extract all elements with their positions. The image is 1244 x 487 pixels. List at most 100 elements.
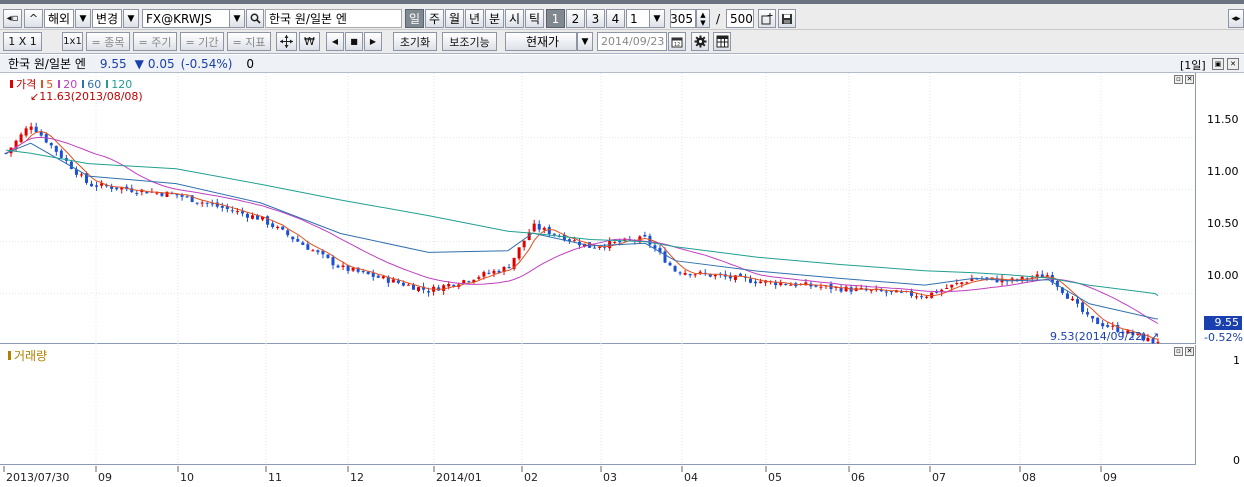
candle-body (613, 241, 617, 243)
price-chart-pane[interactable]: 가격 5 20 60 120 ↙11.63(2013/08/08) 9.53(2… (0, 73, 1196, 346)
price-type-select[interactable]: 현재가 (505, 32, 577, 51)
price-change: 0.05 (147, 56, 175, 71)
pane-maximize-icon[interactable]: ▫ (1174, 75, 1183, 84)
candle-body (960, 282, 964, 284)
date-label: 2013/07/30 (6, 471, 69, 484)
multiplier-3-button[interactable]: 3 (586, 9, 605, 28)
interval-input[interactable]: 1 (626, 9, 650, 28)
period-month-button[interactable]: 월 (445, 9, 464, 28)
expand-up-icon[interactable]: ^ (24, 9, 43, 28)
period-day-button[interactable]: 일 (405, 9, 424, 28)
candle-body (547, 226, 551, 235)
price-type-value: 현재가 (525, 35, 560, 49)
pane-close-icon[interactable]: ✕ (1185, 75, 1194, 84)
instrument-name: 한국 원/일본 엔 (8, 57, 86, 71)
candle-body (391, 279, 395, 283)
period-range-button[interactable]: = 기간 (180, 32, 224, 51)
currency-button[interactable]: ₩ (299, 32, 320, 51)
period-label: 틱 (528, 12, 541, 26)
candle-body (598, 246, 602, 248)
count-input[interactable]: 305 (670, 9, 696, 28)
legend-ma60-swatch (82, 80, 85, 88)
candle-body (819, 286, 823, 288)
ma20-line (5, 136, 1159, 324)
volume-chart-pane[interactable]: 거래량 ▫ ✕ (0, 345, 1196, 465)
market-select[interactable]: 해외 (44, 9, 74, 28)
date-axis-labels: 2013/07/30 09 10 11 12 2014/01 02 03 04 05 06 07 08 0… (3, 466, 1117, 484)
indicator-button[interactable]: = 지표 (227, 32, 271, 51)
gear-icon[interactable] (691, 32, 709, 51)
change-select[interactable]: 변경 (92, 9, 122, 28)
candle-body (950, 284, 954, 288)
candle-body (417, 287, 421, 291)
stock-button[interactable]: = 종목 (86, 32, 130, 51)
date-label: 11 (268, 471, 282, 484)
toolbar-secondary: 1 X 1 1x1 = 종목 = 주기 = 기간 = 지표 ₩ ◀ ■ ▶ 초기… (0, 30, 1244, 54)
date-label: 05 (768, 471, 782, 484)
reset-button[interactable]: 초기화 (393, 32, 437, 51)
candle-body (1101, 323, 1105, 327)
period-year-button[interactable]: 년 (465, 9, 484, 28)
price-axis[interactable]: 11.50 11.00 10.50 10.00 9.55 -0.52% (1197, 73, 1244, 344)
cycle-button[interactable]: = 주기 (133, 32, 177, 51)
chevron-down-icon[interactable]: ▼ (75, 9, 91, 28)
layout-button[interactable]: 1 X 1 (3, 32, 42, 51)
multiplier-1-button[interactable]: 1 (546, 9, 565, 28)
grid-table-icon[interactable] (713, 32, 731, 51)
candle-body (1111, 325, 1115, 327)
count-spinner-icon[interactable]: ▲ ▼ (696, 9, 710, 28)
symbol-input[interactable]: FX@KRWJS (142, 9, 230, 28)
legend-ma5-label: 5 (46, 77, 54, 91)
candle-body (301, 242, 305, 245)
collapse-panel-icon[interactable]: ◂▸ (1228, 9, 1244, 28)
date-input[interactable]: 2014/09/23 (597, 32, 667, 51)
chevron-down-icon[interactable]: ▼ (577, 32, 593, 51)
ma120-line (5, 149, 1159, 297)
scroll-left-icon[interactable]: ◀ (326, 32, 344, 51)
period-tick-button[interactable]: 틱 (525, 9, 544, 28)
chevron-down-icon[interactable]: ▼ (649, 9, 665, 28)
multiplier-4-button[interactable]: 4 (606, 9, 625, 28)
chevron-down-icon[interactable]: ▼ (123, 9, 139, 28)
price-chart[interactable] (0, 73, 1196, 346)
candle-body (381, 276, 385, 279)
last-price: 9.55 (99, 56, 127, 71)
symbol-name-field: 한국 원/일본 엔 (265, 9, 402, 28)
period-week-button[interactable]: 주 (425, 9, 444, 28)
maximize-icon[interactable]: ▣ (1212, 58, 1224, 70)
price-tick: 11.50 (1207, 113, 1239, 126)
candle-body (955, 283, 959, 285)
candle-body (205, 202, 209, 204)
multiplier-2-button[interactable]: 2 (566, 9, 585, 28)
crosshair-icon[interactable] (276, 32, 297, 51)
close-icon[interactable]: ✕ (1227, 58, 1239, 70)
period-minute-button[interactable]: 분 (485, 9, 504, 28)
svg-text:12: 12 (674, 42, 680, 48)
chevron-down-icon[interactable]: ▼ (229, 9, 245, 28)
candle-body (306, 244, 310, 250)
panel-toggle-icon[interactable]: ◂▫ (3, 9, 22, 28)
candle-body (331, 257, 335, 266)
layout-1x1-icon[interactable]: 1x1 (62, 32, 83, 51)
candle-body (366, 271, 370, 275)
aux-label: 보조기능 (449, 35, 490, 49)
multiplier-label: 1 (551, 11, 560, 26)
calendar-icon[interactable]: 12 (668, 32, 686, 51)
candle-body (220, 206, 224, 208)
aux-function-button[interactable]: 보조기능 (442, 32, 497, 51)
stop-icon[interactable]: ■ (345, 32, 363, 51)
candle-body (351, 267, 355, 271)
candle-body (195, 202, 199, 204)
candle-body (401, 282, 405, 286)
add-window-icon[interactable] (758, 9, 776, 28)
search-icon[interactable] (246, 9, 264, 28)
candle-body (316, 250, 320, 253)
period-hour-button[interactable]: 시 (505, 9, 524, 28)
date-axis[interactable]: 2013/07/30 09 10 11 12 2014/01 02 03 04 05 06 07 08 0… (0, 466, 1244, 487)
candle-body (406, 284, 410, 286)
save-icon[interactable] (778, 9, 796, 28)
scroll-right-icon[interactable]: ▶ (364, 32, 382, 51)
candle-body (1106, 325, 1110, 327)
candle-body (311, 250, 315, 252)
period-range-label: = 기간 (185, 35, 219, 49)
